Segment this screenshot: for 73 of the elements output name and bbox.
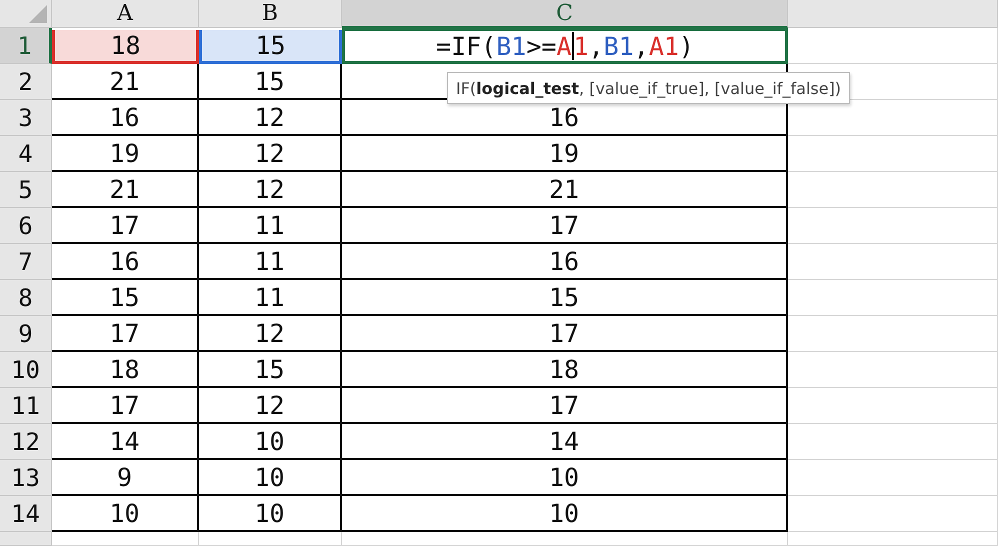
table-cell: 12 (199, 172, 342, 208)
table-cell: 18 (52, 30, 199, 64)
table-cell: 17 (342, 208, 788, 244)
table-cell: 15 (199, 352, 342, 388)
formula-text: >= (526, 32, 556, 60)
table-cell: 21 (52, 64, 199, 100)
row-header[interactable]: 1 (0, 28, 52, 64)
table-cell: 17 (52, 208, 199, 244)
table-cell: 10 (342, 460, 788, 496)
table-cell: 15 (52, 280, 199, 316)
table-cell: 11 (199, 208, 342, 244)
table-cell: 12 (199, 100, 342, 136)
table-cell: 11 (199, 280, 342, 316)
cell-reference: B1 (604, 32, 634, 60)
row-header[interactable]: 3 (0, 100, 52, 136)
row-header[interactable]: 12 (0, 424, 52, 460)
function-tooltip: IF(logical_test, [value_if_true], [value_if_false]) (447, 72, 850, 104)
corner-triangle-icon (29, 5, 47, 23)
table-cell: 19 (52, 136, 199, 172)
table-cell: 15 (342, 280, 788, 316)
table-cell: 15 (199, 64, 342, 100)
row-header[interactable] (0, 532, 52, 546)
table-cell: 18 (342, 352, 788, 388)
table-cell: 12 (199, 136, 342, 172)
table-cell: 10 (52, 496, 199, 532)
row-header[interactable]: 4 (0, 136, 52, 172)
table-cell: 14 (52, 424, 199, 460)
formula-text: , (634, 32, 649, 60)
table-cell: 10 (199, 460, 342, 496)
table-cell: 21 (52, 172, 199, 208)
column-header[interactable]: C (342, 0, 788, 28)
table-cell: 15 (199, 30, 342, 64)
column-header[interactable]: B (199, 0, 342, 28)
table-cell: 17 (342, 388, 788, 424)
table-cell: 10 (199, 496, 342, 532)
table-cell: 16 (342, 244, 788, 280)
table-cell: 17 (52, 388, 199, 424)
cell-reference: B1 (496, 32, 526, 60)
table-cell: 18 (52, 352, 199, 388)
cell-reference: 1 (574, 32, 589, 60)
cell-reference: A1 (648, 32, 679, 60)
column-header[interactable] (788, 0, 998, 28)
formula-text: ) (678, 32, 694, 60)
table-cell: 19 (342, 136, 788, 172)
table-cell: 10 (199, 424, 342, 460)
select-all-button[interactable] (0, 0, 52, 28)
table-cell: 16 (52, 100, 199, 136)
table-cell: 11 (199, 244, 342, 280)
table-cell: 12 (199, 316, 342, 352)
formula-cell[interactable]: =IF(B1>=A 1,B1,A1) (342, 28, 788, 64)
table-cell: 12 (199, 388, 342, 424)
text-cursor (572, 32, 574, 60)
table-cell: 17 (52, 316, 199, 352)
formula-text: =IF( (436, 32, 496, 60)
row-header[interactable]: 7 (0, 244, 52, 280)
table-cell: 9 (52, 460, 199, 496)
row-header[interactable]: 5 (0, 172, 52, 208)
column-header[interactable]: A (52, 0, 199, 28)
row-header[interactable]: 10 (0, 352, 52, 388)
row-header[interactable]: 11 (0, 388, 52, 424)
row-header[interactable]: 6 (0, 208, 52, 244)
row-header[interactable]: 9 (0, 316, 52, 352)
row-header[interactable]: 2 (0, 64, 52, 100)
table-cell: 16 (52, 244, 199, 280)
row-header[interactable]: 14 (0, 496, 52, 532)
table-cell: 14 (342, 424, 788, 460)
table-cell: 10 (342, 496, 788, 532)
table-cell: 17 (342, 316, 788, 352)
row-header[interactable]: 13 (0, 460, 52, 496)
cell-reference: A (556, 32, 572, 60)
row-header[interactable]: 8 (0, 280, 52, 316)
table-cell: 21 (342, 172, 788, 208)
formula-text: , (588, 32, 604, 60)
